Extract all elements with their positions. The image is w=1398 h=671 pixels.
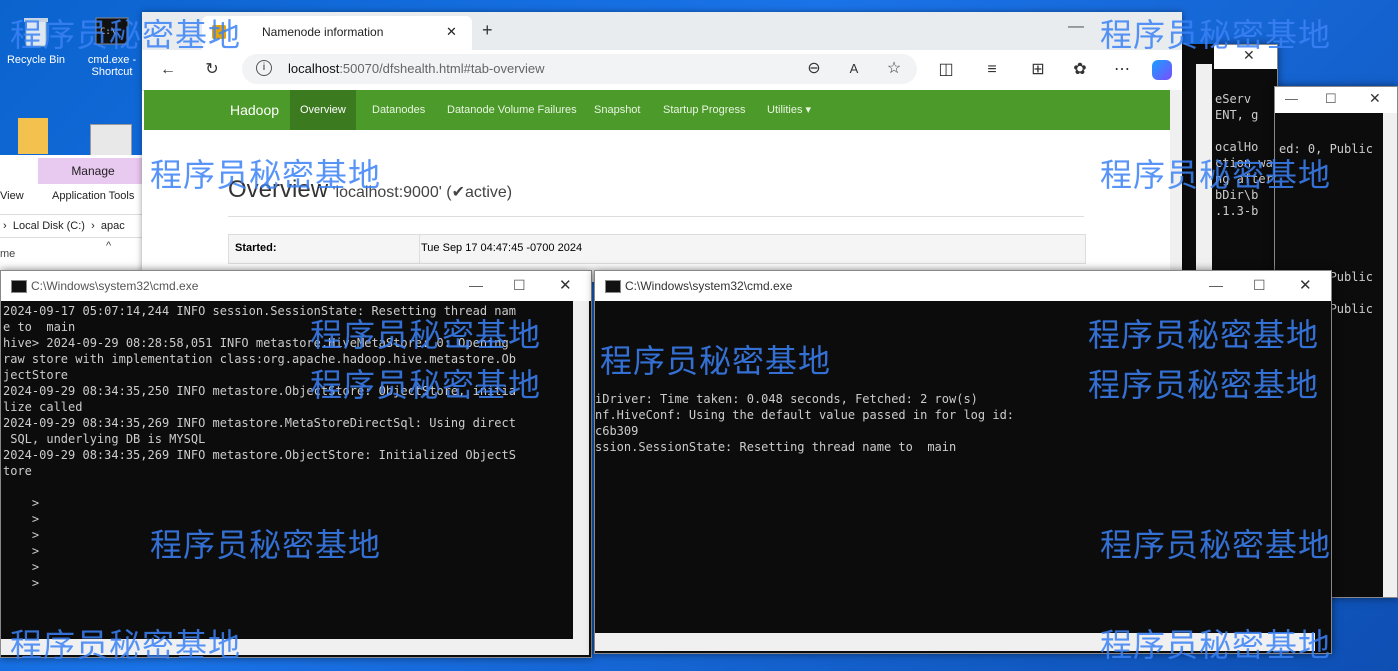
breadcrumb-drive[interactable]: Local Disk (C:) <box>13 220 85 232</box>
read-aloud-icon[interactable]: A <box>842 57 866 81</box>
browser-tab[interactable]: Namenode information ✕ <box>202 16 472 50</box>
new-tab-icon[interactable]: + <box>482 20 493 41</box>
close-tab-icon[interactable]: ✕ <box>446 24 457 40</box>
watermark: 程序员秘密基地 <box>150 156 382 194</box>
maximize-icon[interactable]: ☐ <box>1325 91 1337 107</box>
split-screen-icon[interactable]: ◫ <box>934 58 958 82</box>
console-line: c6b309 <box>595 424 639 438</box>
console-line: ssion.SessionState: Resetting thread nam… <box>595 440 957 454</box>
title-bar: C:\Windows\system32\cmd.exe — ☐ ✕ <box>595 271 1331 301</box>
console-line: 2024-09-29 08:34:35,269 INFO metastore.M… <box>3 416 516 430</box>
maximize-icon[interactable]: ☐ <box>1253 277 1266 294</box>
watermark: 程序员秘密基地 <box>1100 526 1332 564</box>
watermark: 程序员秘密基地 <box>1100 626 1332 664</box>
info-table-row: Started: Tue Sep 17 04:47:45 -0700 2024 <box>228 234 1086 264</box>
vertical-scrollbar[interactable] <box>573 301 589 639</box>
refresh-icon[interactable]: ↻ <box>200 58 224 82</box>
divider <box>228 216 1084 217</box>
nav-item-startup-progress[interactable]: Startup Progress <box>653 90 756 130</box>
started-value: Tue Sep 17 04:47:45 -0700 2024 <box>421 242 583 254</box>
chevron-up-icon: ^ <box>106 240 112 252</box>
cell-divider <box>419 235 420 263</box>
console-line: nf.HiveConf: Using the default value pas… <box>595 408 1015 422</box>
watermark: 程序员秘密基地 <box>310 366 542 404</box>
zoom-icon[interactable]: ⊖ <box>802 57 826 81</box>
minimize-icon[interactable]: — <box>469 277 483 293</box>
console-line: > <box>3 496 40 510</box>
breadcrumb-folder[interactable]: apac <box>101 220 125 232</box>
chevron-right-icon: › <box>88 220 98 232</box>
copilot-icon[interactable] <box>1152 60 1172 80</box>
close-icon[interactable]: ✕ <box>559 276 572 294</box>
browser-toolbar: ← ↻ i localhost:50070/dfshealth.html#tab… <box>142 50 1182 91</box>
console-line: > <box>3 576 40 590</box>
vertical-scrollbar[interactable] <box>1383 113 1397 597</box>
folder-icon[interactable] <box>18 118 48 154</box>
address-bar[interactable]: i localhost:50070/dfshealth.html#tab-ove… <box>242 54 917 84</box>
hadoop-navbar: Hadoop Overview Datanodes Datanode Volum… <box>144 90 1170 130</box>
console-icon <box>11 280 27 293</box>
watermark: 程序员秘密基地 <box>1100 156 1332 194</box>
watermark: 程序员秘密基地 <box>310 316 542 354</box>
watermark: 程序员秘密基地 <box>600 342 832 380</box>
nav-item-datanodes[interactable]: Datanodes <box>362 90 435 130</box>
nav-item-overview[interactable]: Overview <box>290 90 356 130</box>
extensions-icon[interactable]: ✿ <box>1068 58 1092 82</box>
started-label: Started: <box>235 242 277 254</box>
explorer-address-bar[interactable]: › Local Disk (C:) › apac <box>0 214 150 238</box>
close-icon[interactable]: ✕ <box>1369 90 1381 107</box>
tab-title: Namenode information <box>262 25 384 39</box>
more-icon[interactable]: ⋯ <box>1110 58 1134 82</box>
title-bar: — ☐ ✕ <box>1275 87 1397 113</box>
console-line: iDriver: Time taken: 0.048 seconds, Fetc… <box>595 392 978 406</box>
console-line: tore <box>3 464 32 478</box>
browser-window: Namenode information ✕ + — ← ↻ i localho… <box>142 12 1182 282</box>
favorites-list-icon[interactable]: ≡ <box>980 58 1004 82</box>
info-icon[interactable]: i <box>256 60 272 76</box>
column-header-name[interactable]: me ^ <box>0 240 150 260</box>
nav-item-volume-failures[interactable]: Datanode Volume Failures <box>437 90 587 130</box>
collections-icon[interactable]: ⊞ <box>1026 58 1050 82</box>
url-text: localhost:50070/dfshealth.html#tab-overv… <box>288 61 545 76</box>
watermark: 程序员秘密基地 <box>1088 316 1320 354</box>
nav-item-utilities[interactable]: Utilities ▾ <box>757 90 821 130</box>
close-icon[interactable]: ✕ <box>1299 276 1312 294</box>
ribbon-tabs: View Application Tools <box>0 186 150 208</box>
console-icon <box>605 280 621 293</box>
watermark: 程序员秘密基地 <box>150 526 382 564</box>
back-icon[interactable]: ← <box>156 58 180 82</box>
status-badge: (✔active) <box>446 184 513 201</box>
console-line: 2024-09-29 08:34:35,269 INFO metastore.O… <box>3 448 516 462</box>
tab-bar: Namenode information ✕ + — <box>142 12 1182 50</box>
favorite-icon[interactable]: ☆ <box>882 57 906 81</box>
window-title: C:\Windows\system32\cmd.exe <box>31 279 199 293</box>
desktop-icon-label: cmd.exe - Shortcut <box>87 54 137 78</box>
minimize-icon[interactable]: — <box>1209 277 1223 293</box>
ribbon-tab-application-tools[interactable]: Application Tools <box>52 190 134 202</box>
watermark: 程序员秘密基地 <box>10 16 242 54</box>
nav-item-snapshot[interactable]: Snapshot <box>584 90 650 130</box>
console-line: SQL, underlying DB is MYSQL <box>3 432 206 446</box>
watermark: 程序员秘密基地 <box>10 626 242 664</box>
minimize-icon[interactable]: — <box>1285 91 1298 106</box>
watermark: 程序员秘密基地 <box>1100 16 1332 54</box>
chevron-right-icon: › <box>0 220 10 232</box>
watermark: 程序员秘密基地 <box>1088 366 1320 404</box>
ribbon-tab-view[interactable]: View <box>0 190 24 202</box>
ribbon-tab-manage[interactable]: Manage <box>38 158 148 184</box>
title-bar: C:\Windows\system32\cmd.exe — ☐ ✕ <box>1 271 591 301</box>
window-title: C:\Windows\system32\cmd.exe <box>625 279 793 293</box>
minimize-icon[interactable]: — <box>1068 18 1084 36</box>
maximize-icon[interactable]: ☐ <box>513 277 526 294</box>
nav-brand[interactable]: Hadoop <box>220 90 289 130</box>
